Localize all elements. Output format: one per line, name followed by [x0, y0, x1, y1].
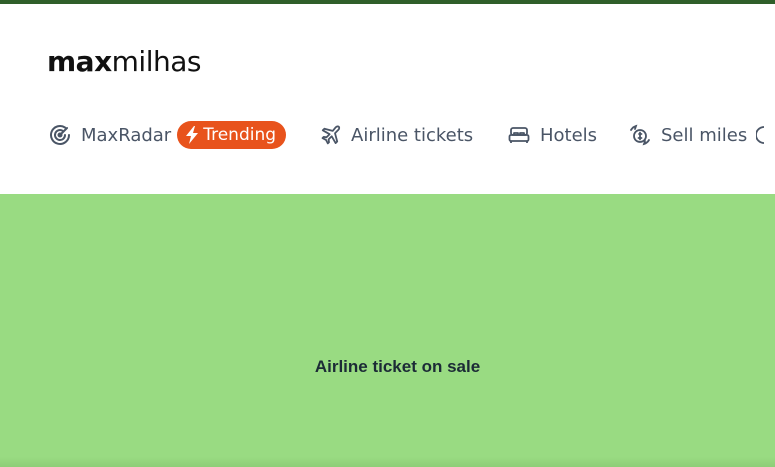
partial-icon — [755, 122, 775, 148]
logo-bold-text: max — [47, 45, 112, 78]
hero-banner: Airline ticket on sale — [0, 194, 775, 467]
nav-label-hotels: Hotels — [540, 124, 598, 146]
nav-item-hotels[interactable]: Hotels — [506, 118, 627, 152]
site-header: maxmilhas MaxRadar Trending Airline tick… — [0, 4, 775, 194]
logo-light-text: milhas — [111, 45, 202, 78]
bed-icon — [506, 122, 532, 148]
nav-label-maxradar: MaxRadar — [81, 124, 172, 146]
hero-title: Airline ticket on sale — [314, 357, 481, 376]
badge-label: Trending — [203, 125, 277, 145]
radar-icon — [47, 122, 73, 148]
nav-label-airline-tickets: Airline tickets — [351, 124, 474, 146]
nav-item-sell-miles[interactable]: Sell miles — [627, 118, 755, 152]
nav-item-maxradar[interactable]: MaxRadar Trending — [47, 118, 317, 152]
airplane-icon — [317, 122, 343, 148]
coins-cycle-icon — [627, 122, 653, 148]
trending-badge[interactable]: Trending — [177, 121, 287, 149]
nav-item-partial[interactable] — [755, 118, 775, 152]
nav-label-sell-miles: Sell miles — [661, 124, 748, 146]
nav-item-airline-tickets[interactable]: Airline tickets — [317, 118, 506, 152]
maxmilhas-logo[interactable]: maxmilhas — [47, 44, 201, 80]
lightning-icon — [186, 126, 199, 144]
main-navigation: MaxRadar Trending Airline tickets Hotels… — [47, 118, 775, 152]
hero-bottom-shadow — [0, 457, 775, 467]
